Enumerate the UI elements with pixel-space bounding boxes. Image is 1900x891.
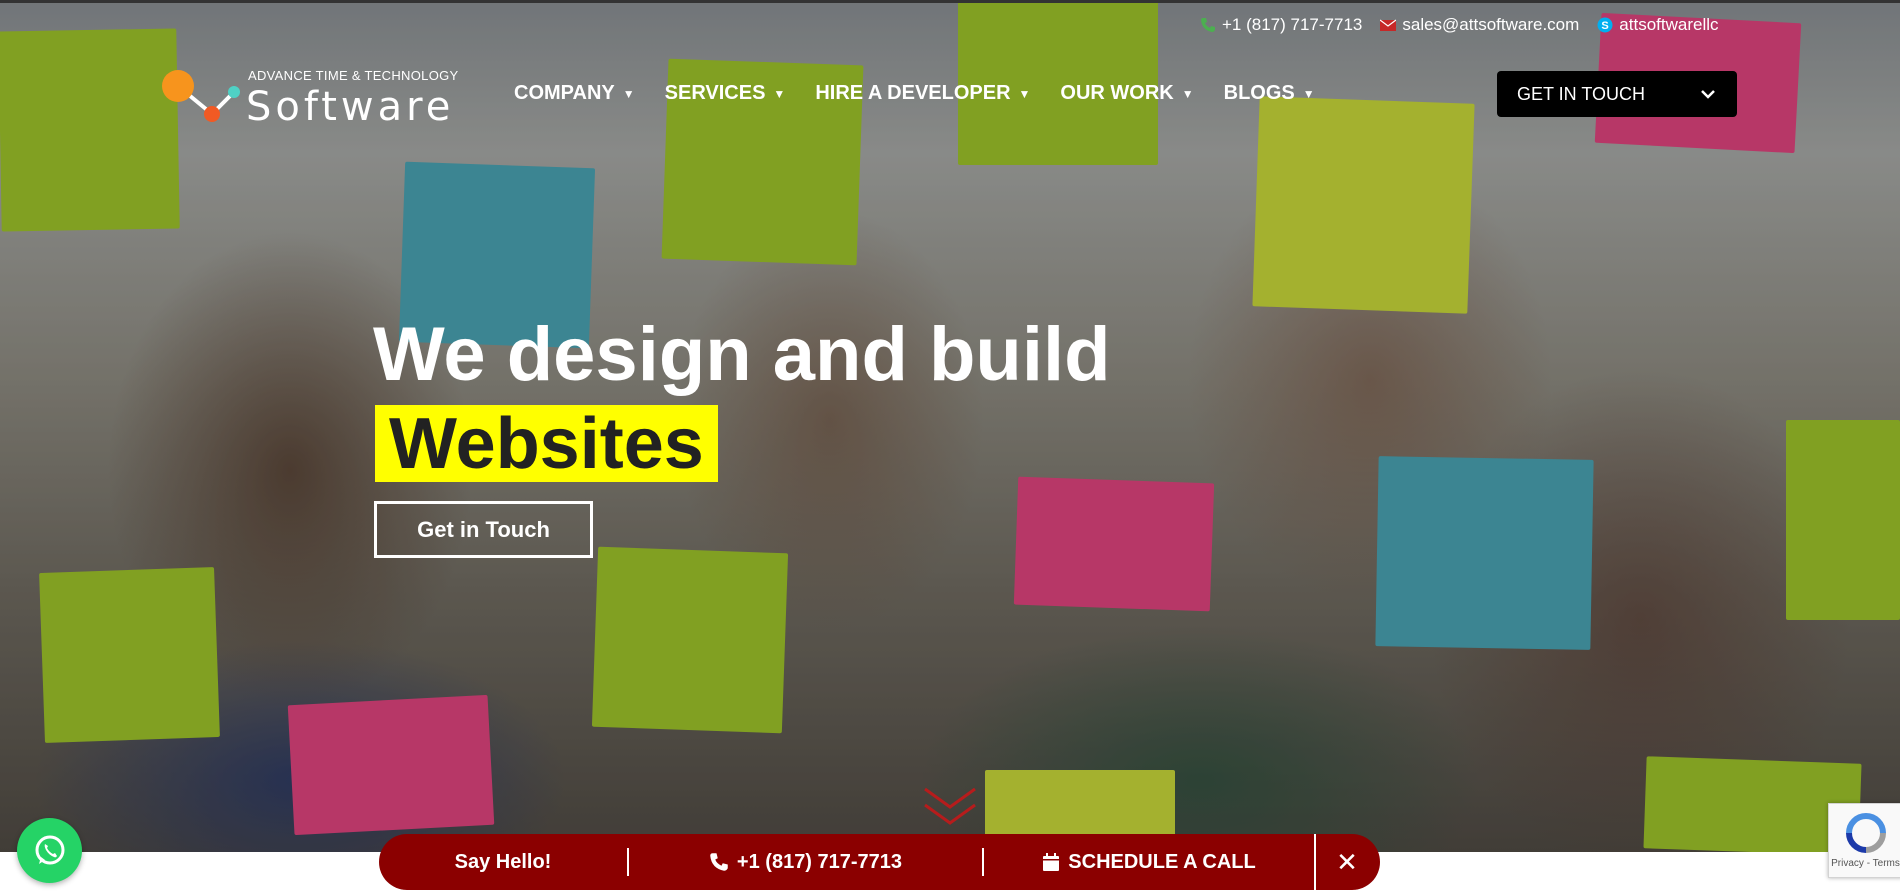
svg-text:S: S	[1602, 20, 1609, 32]
nav-item-label: SERVICES	[664, 82, 766, 104]
nav-item-our-work[interactable]: OUR WORK ▼	[1060, 82, 1193, 105]
nav-item-hire-a-developer[interactable]: HIRE A DEVELOPER ▼	[815, 82, 1030, 105]
schedule-call-label: SCHEDULE A CALL	[1068, 850, 1256, 873]
page: ADVANCE TIME & TECHNOLOGY Software +1 (8…	[0, 0, 1900, 891]
caret-down-icon: ▼	[1018, 86, 1031, 101]
logo-wordmark: Software	[246, 84, 455, 130]
hero-headline: We design and build	[373, 312, 1111, 397]
nav-item-services[interactable]: SERVICES ▼	[665, 82, 786, 105]
caret-down-icon: ▼	[1181, 86, 1194, 101]
nav-item-label: BLOGS	[1223, 82, 1295, 104]
skype-link[interactable]: S attsoftwarellc	[1597, 15, 1719, 35]
nav-item-label: OUR WORK	[1060, 82, 1174, 104]
schedule-call-button[interactable]: SCHEDULE A CALL	[984, 834, 1314, 890]
email-text: sales@attsoftware.com	[1402, 15, 1580, 34]
top-border	[0, 0, 1900, 3]
recaptcha-terms[interactable]: Privacy - Terms	[1831, 858, 1900, 869]
calendar-icon	[1043, 853, 1060, 871]
email-link[interactable]: sales@attsoftware.com	[1380, 15, 1579, 35]
site-logo[interactable]: ADVANCE TIME & TECHNOLOGY Software	[160, 62, 460, 132]
get-in-touch-dropdown-button[interactable]: GET IN TOUCH	[1497, 71, 1737, 117]
hero-get-in-touch-button[interactable]: Get in Touch	[374, 501, 593, 558]
call-button[interactable]: +1 (817) 717-7713	[629, 834, 982, 890]
skype-icon: S	[1597, 17, 1613, 33]
close-cta-bar-button[interactable]: ✕	[1314, 834, 1378, 890]
skype-text: attsoftwarellc	[1619, 15, 1719, 34]
recaptcha-icon	[1845, 813, 1886, 853]
caret-down-icon: ▼	[1302, 86, 1315, 101]
say-hello-label: Say Hello!	[454, 850, 552, 873]
phone-link[interactable]: +1 (817) 717-7713	[1200, 15, 1362, 35]
nav-item-label: HIRE A DEVELOPER	[815, 82, 1011, 104]
nav-item-company[interactable]: COMPANY ▼	[514, 82, 635, 105]
sticky-cta-bar: Say Hello! +1 (817) 717-7713 SCHEDULE A …	[379, 834, 1380, 890]
chevron-down-icon	[1701, 90, 1715, 99]
recaptcha-badge[interactable]: Privacy - Terms	[1828, 803, 1900, 878]
whatsapp-button[interactable]	[17, 818, 82, 883]
logo-tagline: ADVANCE TIME & TECHNOLOGY	[248, 68, 459, 83]
caret-down-icon: ▼	[622, 86, 635, 101]
whatsapp-icon	[35, 835, 64, 864]
get-in-touch-label: GET IN TOUCH	[1517, 83, 1646, 104]
phone-icon	[1201, 18, 1215, 32]
close-icon: ✕	[1336, 846, 1358, 877]
envelope-icon	[1380, 19, 1397, 31]
hero-section: ADVANCE TIME & TECHNOLOGY Software +1 (8…	[0, 0, 1900, 852]
say-hello-button[interactable]: Say Hello!	[379, 834, 627, 890]
call-label: +1 (817) 717-7713	[736, 850, 903, 873]
phone-icon	[710, 853, 728, 871]
main-nav: COMPANY ▼ SERVICES ▼ HIRE A DEVELOPER ▼ OUR…	[514, 82, 1315, 105]
nav-item-blogs[interactable]: BLOGS ▼	[1224, 82, 1315, 105]
hero-highlight-word: Websites	[375, 405, 718, 483]
caret-down-icon: ▼	[773, 86, 786, 101]
nav-item-label: COMPANY	[514, 82, 615, 104]
phone-text: +1 (817) 717-7713	[1222, 15, 1363, 34]
logo-mark-icon	[162, 70, 240, 122]
scroll-down-chevron-icon[interactable]	[922, 785, 978, 831]
top-contact-bar: +1 (817) 717-7713 sales@attsoftware.com …	[1200, 15, 1719, 35]
